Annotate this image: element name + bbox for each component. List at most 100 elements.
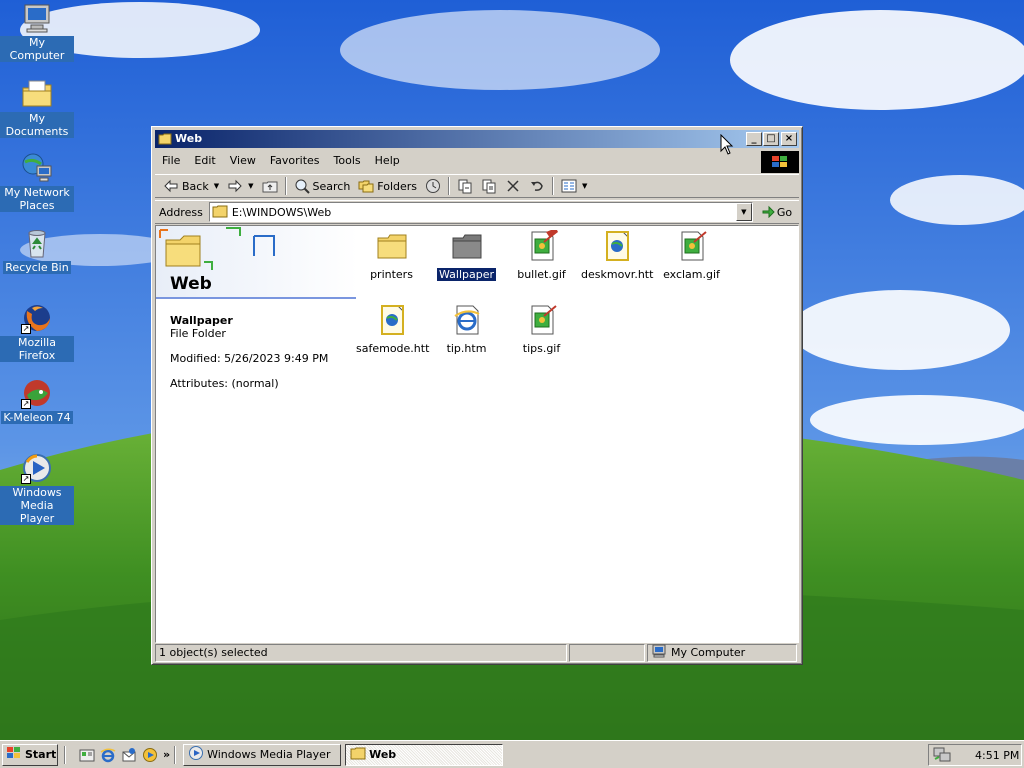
folder-icon	[350, 746, 366, 763]
desktop-icon-media-player[interactable]: ↗ Windows Media Player	[0, 452, 74, 525]
selected-item-modified: Modified: 5/26/2023 9:49 PM	[170, 352, 329, 365]
windows-logo-icon	[761, 151, 799, 173]
forward-button[interactable]: ▼	[223, 175, 257, 197]
go-button[interactable]: Go	[761, 204, 792, 221]
copy-to-button[interactable]	[477, 175, 501, 197]
views-icon	[561, 178, 577, 194]
folder-icon	[376, 230, 408, 262]
address-bar: Address E:\WINDOWS\Web ▼ Go	[155, 200, 799, 224]
ie-html-icon	[451, 304, 483, 336]
desktop-icon-firefox[interactable]: ↗ Mozilla Firefox	[0, 302, 74, 362]
network-places-icon	[21, 152, 53, 184]
shortcut-arrow-icon: ↗	[21, 324, 31, 334]
views-button[interactable]: ▼	[557, 175, 591, 197]
file-item-printers[interactable]: printers	[354, 230, 429, 281]
taskbar-separator	[174, 745, 177, 764]
menu-bar: File Edit View Favorites Tools Help	[155, 151, 799, 173]
menu-favorites[interactable]: Favorites	[263, 152, 327, 170]
search-button[interactable]: Search	[290, 175, 355, 197]
windows-logo-icon	[6, 746, 22, 763]
file-item-safemode-htt[interactable]: safemode.htt	[354, 304, 429, 355]
desktop-icon-my-documents[interactable]: My Documents	[0, 78, 74, 138]
pane-divider	[156, 297, 356, 299]
outlook-express-icon[interactable]	[121, 747, 137, 763]
my-computer-icon	[651, 644, 667, 663]
media-player-icon: ↗	[21, 452, 53, 484]
show-desktop-icon[interactable]	[79, 747, 95, 763]
media-player-icon	[188, 745, 204, 764]
folder-icon	[451, 230, 483, 262]
forward-arrow-icon	[227, 178, 243, 194]
task-button-web[interactable]: Web	[345, 743, 504, 766]
firefox-icon: ↗	[21, 302, 53, 334]
k-meleon-icon: ↗	[21, 377, 53, 409]
pane-title: Web	[170, 274, 212, 294]
back-arrow-icon	[163, 178, 179, 194]
network-tray-icon[interactable]	[933, 746, 951, 765]
file-item-tip-htm[interactable]: tip.htm	[429, 304, 504, 355]
quick-launch-more-button[interactable]: »	[163, 748, 170, 761]
minimize-button[interactable]: _	[746, 132, 762, 146]
folder-icon	[212, 204, 228, 221]
file-item-exclam-gif[interactable]: exclam.gif	[654, 230, 729, 281]
forward-dropdown-icon[interactable]: ▼	[248, 182, 253, 190]
menu-view[interactable]: View	[223, 152, 263, 170]
taskbar: Start » Windows Media Player Web 4:51 PM	[0, 740, 1024, 768]
address-label: Address	[159, 205, 203, 219]
my-documents-icon	[21, 78, 53, 110]
delete-button[interactable]	[501, 175, 525, 197]
gif-image-icon	[526, 304, 558, 336]
views-dropdown-icon[interactable]: ▼	[582, 182, 587, 190]
file-item-wallpaper[interactable]: Wallpaper	[429, 230, 504, 282]
file-item-deskmovr-htt[interactable]: deskmovr.htt	[579, 230, 654, 281]
shortcut-arrow-icon: ↗	[21, 399, 31, 409]
menu-edit[interactable]: Edit	[187, 152, 222, 170]
address-input[interactable]: E:\WINDOWS\Web ▼	[208, 202, 753, 222]
address-value: E:\WINDOWS\Web	[231, 205, 332, 219]
copy-to-icon	[481, 178, 497, 194]
taskbar-separator	[64, 745, 66, 764]
toolbar-separator	[552, 177, 555, 195]
up-folder-button[interactable]	[258, 175, 282, 197]
back-button[interactable]: Back ▼	[159, 175, 223, 197]
history-icon	[425, 178, 441, 194]
selected-item-type: File Folder	[170, 327, 226, 340]
status-zone: My Computer	[647, 644, 797, 662]
close-button[interactable]: ×	[781, 132, 797, 146]
task-button-media-player[interactable]: Windows Media Player	[183, 743, 342, 766]
web-view-info-pane: Web Wallpaper File Folder Modified: 5/26…	[156, 226, 358, 642]
start-button[interactable]: Start	[2, 743, 58, 766]
back-dropdown-icon[interactable]: ▼	[214, 182, 219, 190]
gif-image-icon	[526, 228, 558, 262]
toolbar-separator	[284, 177, 287, 195]
file-item-bullet-gif[interactable]: bullet.gif	[504, 228, 579, 281]
history-button[interactable]	[421, 175, 445, 197]
toolbar-separator	[448, 177, 451, 195]
media-player-quick-icon[interactable]	[142, 747, 158, 763]
desktop-icon-k-meleon[interactable]: ↗ K-Meleon 74	[0, 377, 74, 424]
internet-explorer-icon[interactable]	[100, 747, 116, 763]
system-tray: 4:51 PM	[928, 744, 1022, 766]
selection-details: Wallpaper File Folder Modified: 5/26/202…	[170, 314, 356, 390]
shortcut-arrow-icon: ↗	[21, 474, 31, 484]
recycle-bin-icon	[21, 227, 53, 259]
file-item-tips-gif[interactable]: tips.gif	[504, 304, 579, 355]
maximize-button[interactable]: □	[763, 132, 779, 146]
folders-button[interactable]: Folders	[354, 175, 421, 197]
clock[interactable]: 4:51 PM	[975, 749, 1019, 762]
menu-help[interactable]: Help	[368, 152, 407, 170]
address-dropdown-button[interactable]: ▼	[735, 203, 752, 221]
desktop-icon-network-places[interactable]: My Network Places	[0, 152, 74, 212]
move-to-button[interactable]	[453, 175, 477, 197]
file-list: printers Wallpaper bullet.gif deskmovr.h…	[354, 226, 798, 642]
undo-button[interactable]	[525, 175, 549, 197]
menu-file[interactable]: File	[155, 152, 187, 170]
mouse-cursor-icon	[720, 133, 734, 156]
desktop-icon-my-computer[interactable]: My Computer	[0, 2, 74, 62]
desktop-icon-recycle-bin[interactable]: Recycle Bin	[0, 227, 74, 274]
title-bar[interactable]: Web _ □ ×	[155, 130, 799, 148]
folder-icon	[158, 132, 172, 146]
menu-tools[interactable]: Tools	[327, 152, 368, 170]
move-to-icon	[457, 178, 473, 194]
htt-file-icon	[376, 304, 408, 336]
